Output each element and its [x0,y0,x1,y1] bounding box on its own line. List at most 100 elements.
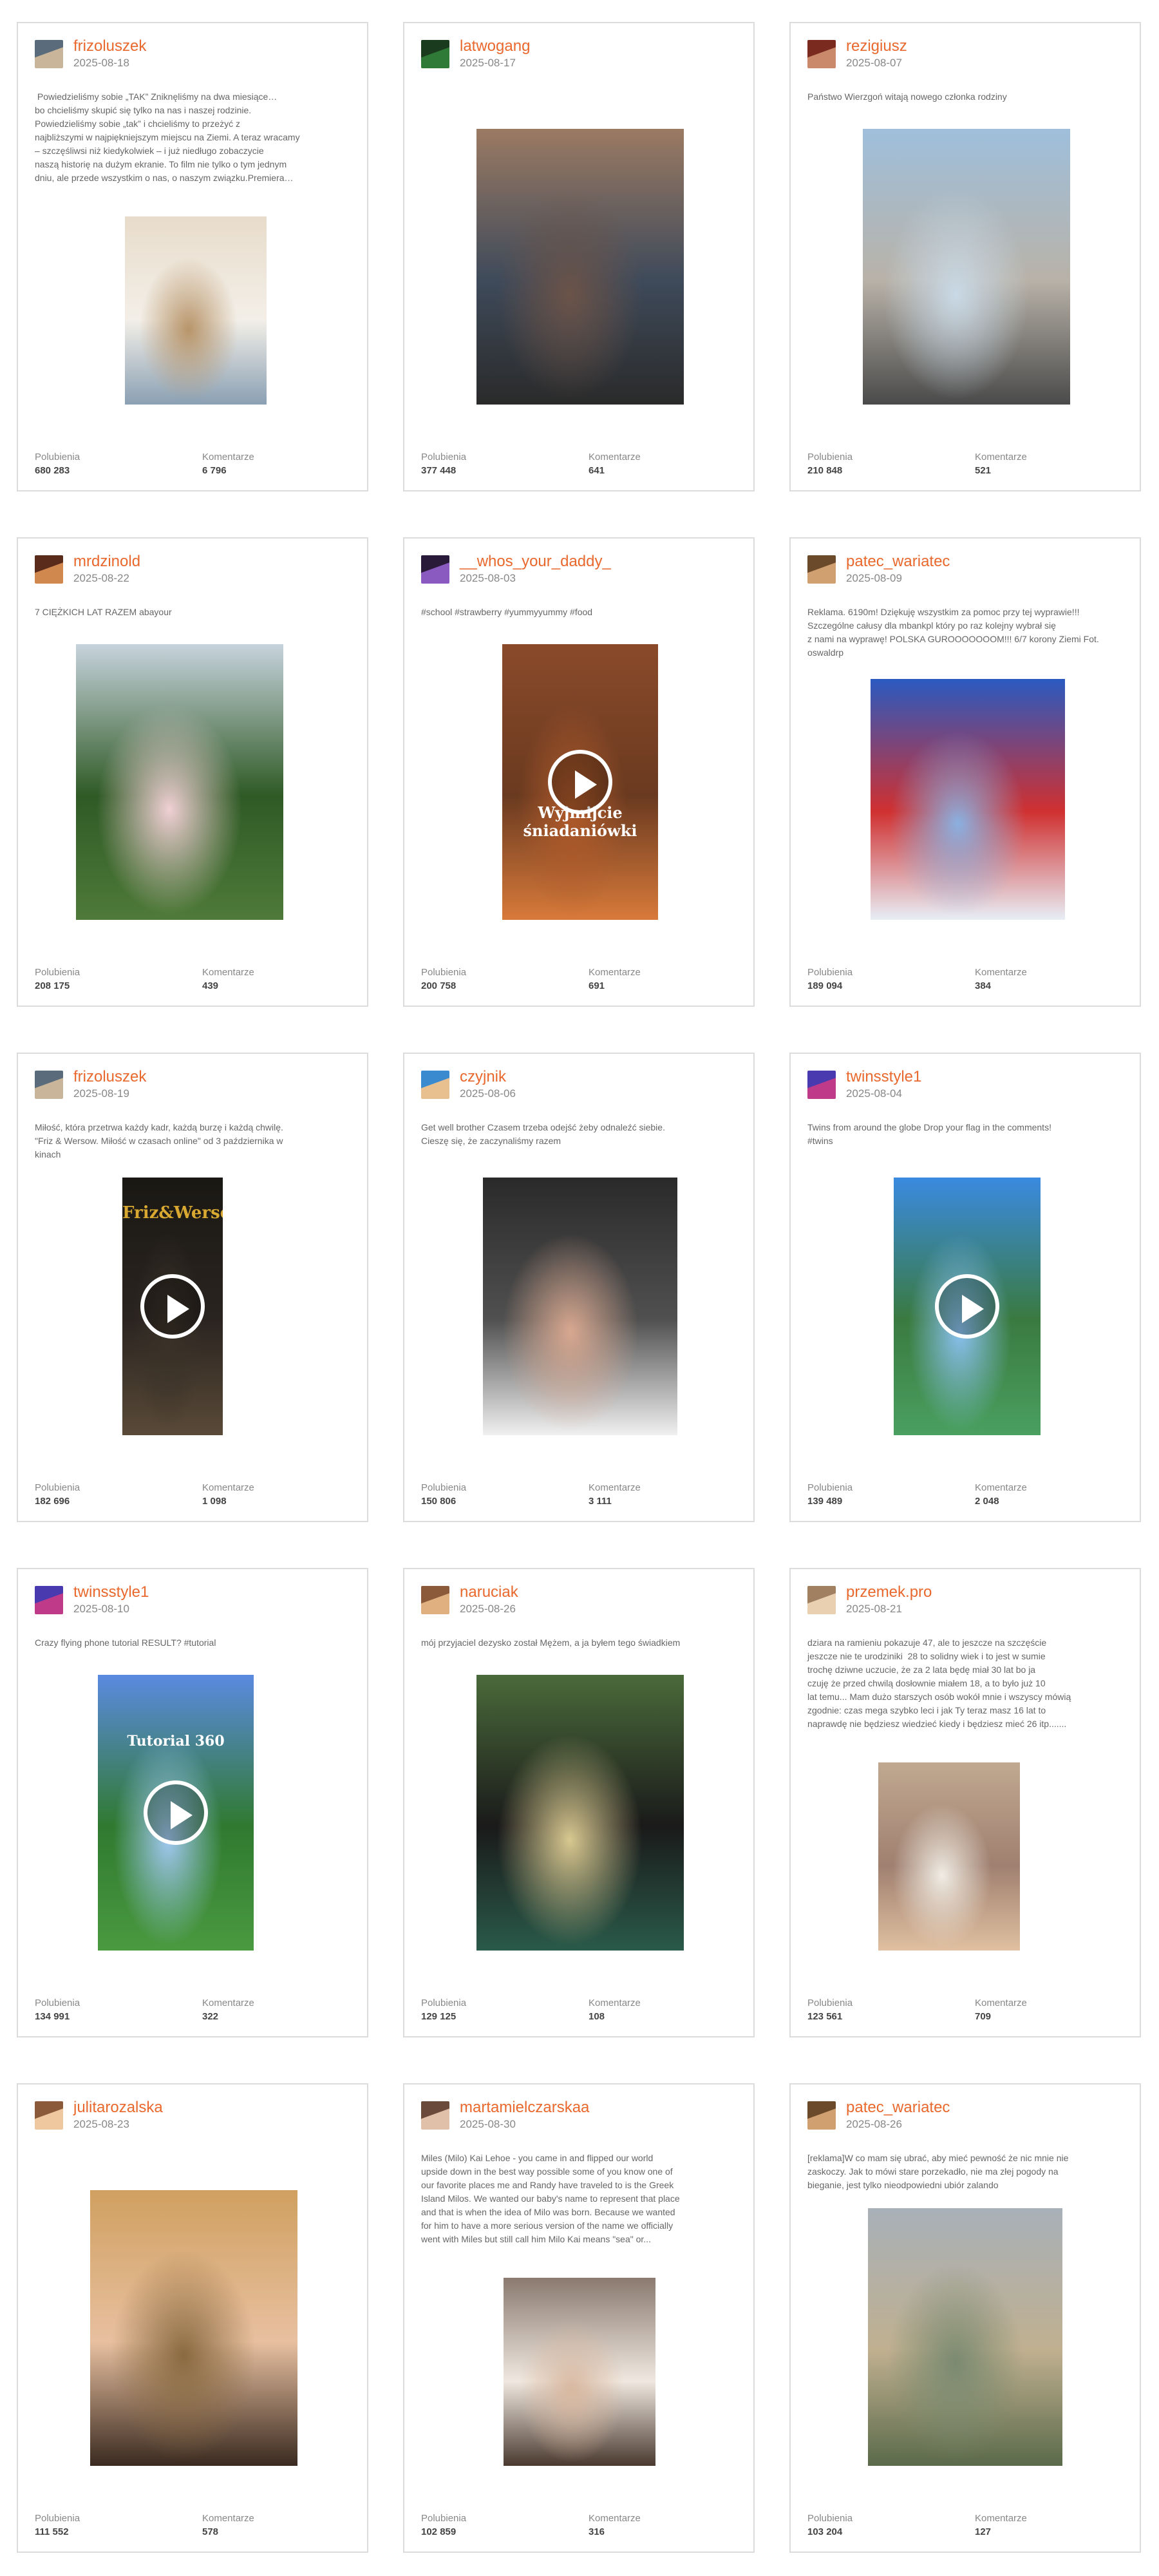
avatar[interactable] [807,555,836,584]
avatar[interactable] [807,2101,836,2130]
post-image[interactable] [476,129,684,405]
likes-label: Polubienia [35,452,80,463]
post-caption: 7 CIĘŻKICH LAT RAZEM abayour [35,607,172,617]
username-link[interactable]: czyjnik [460,1068,506,1086]
post-date: 2025-08-06 [460,1087,516,1100]
post-card[interactable]: __whos_your_daddy_ 2025-08-03 #school #s… [403,537,755,1007]
likes-label: Polubienia [421,452,467,463]
comments-count: 127 [975,2526,992,2537]
likes-stat: Polubienia 123 561 [807,1998,853,2022]
avatar[interactable] [35,2101,63,2130]
likes-count: 150 806 [421,1496,457,1507]
post-card[interactable]: patec_wariatec 2025-08-26 [reklama]W co … [789,2083,1141,2553]
post-stats: Polubienia 103 204 Komentarze 127 [807,2513,1126,2539]
comments-count: 6 796 [202,465,227,476]
likes-stat: Polubienia 377 448 [421,452,466,476]
post-card[interactable]: przemek.pro 2025-08-21 dziara na ramieni… [789,1568,1141,2037]
avatar[interactable] [421,40,449,68]
post-card[interactable]: frizoluszek 2025-08-19 Miłość, która prz… [17,1053,368,1522]
avatar[interactable] [35,555,63,584]
post-card[interactable]: latwogang 2025-08-17 Polubienia 377 448 … [403,22,755,491]
post-card[interactable]: czyjnik 2025-08-06 Get well brother Czas… [403,1053,755,1522]
avatar[interactable] [35,40,63,68]
comments-count: 709 [975,2011,992,2022]
post-date: 2025-08-26 [460,1603,516,1615]
post-caption: Państwo Wierzgoń witają nowego członka r… [807,91,1007,102]
post-stats: Polubienia 189 094 Komentarze 384 [807,967,1126,993]
play-icon[interactable] [140,1274,205,1339]
post-card[interactable]: julitarozalska 2025-08-23 Polubienia 111… [17,2083,368,2553]
username-link[interactable]: martamielczarskaa [460,2099,589,2117]
post-caption: Get well brother Czasem trzeba odejść że… [421,1122,665,1146]
likes-stat: Polubienia 111 552 [35,2513,80,2537]
username-link[interactable]: julitarozalska [73,2099,163,2117]
username-link[interactable]: przemek.pro [846,1583,932,1601]
post-image[interactable] [868,2208,1062,2466]
username-link[interactable]: latwogang [460,37,530,55]
play-icon[interactable] [144,1780,208,1845]
post-image[interactable] [90,2190,297,2466]
username-link[interactable]: __whos_your_daddy_ [460,553,611,571]
post-image[interactable] [125,216,267,405]
post-image[interactable] [894,1178,1041,1435]
username-link[interactable]: patec_wariatec [846,2099,950,2117]
post-card[interactable]: twinsstyle1 2025-08-10 Crazy flying phon… [17,1568,368,2037]
avatar[interactable] [807,40,836,68]
username-link[interactable]: mrdzinold [73,553,140,571]
username-link[interactable]: frizoluszek [73,1068,146,1086]
post-card[interactable]: rezigiusz 2025-08-07 Państwo Wierzgoń wi… [789,22,1141,491]
comments-label: Komentarze [202,452,254,463]
post-image[interactable]: Tutorial 360 [98,1675,254,1951]
post-image[interactable] [76,644,283,920]
likes-stat: Polubienia 103 204 [807,2513,853,2537]
post-stats: Polubienia 377 448 Komentarze 641 [421,452,739,477]
avatar[interactable] [421,555,449,584]
post-stats: Polubienia 139 489 Komentarze 2 048 [807,1482,1126,1508]
post-stats: Polubienia 134 991 Komentarze 322 [35,1998,353,2023]
avatar[interactable] [807,1586,836,1614]
likes-label: Polubienia [35,1998,80,2008]
username-link[interactable]: frizoluszek [73,37,146,55]
post-image[interactable] [483,1178,677,1435]
post-caption: [reklama]W co mam się ubrać, aby mieć pe… [807,2153,1069,2190]
play-icon[interactable] [548,750,612,814]
post-card[interactable]: twinsstyle1 2025-08-04 Twins from around… [789,1053,1141,1522]
likes-count: 189 094 [807,980,843,991]
post-caption: mój przyjaciel dezysko został Mężem, a j… [421,1637,681,1648]
username-link[interactable]: twinsstyle1 [73,1583,149,1601]
post-card[interactable]: naruciak 2025-08-26 mój przyjaciel dezys… [403,1568,755,2037]
post-caption: Crazy flying phone tutorial RESULT? #tut… [35,1637,216,1648]
username-link[interactable]: rezigiusz [846,37,907,55]
comments-stat: Komentarze 127 [975,2513,1027,2537]
avatar[interactable] [35,1071,63,1099]
post-image[interactable] [871,679,1065,920]
username-link[interactable]: patec_wariatec [846,553,950,571]
username-link[interactable]: naruciak [460,1583,518,1601]
avatar[interactable] [807,1071,836,1099]
username-link[interactable]: twinsstyle1 [846,1068,921,1086]
play-icon[interactable] [935,1274,999,1339]
post-caption: Miles (Milo) Kai Lehoe - you came in and… [421,2153,680,2244]
avatar[interactable] [421,1586,449,1614]
likes-count: 139 489 [807,1496,843,1507]
comments-stat: Komentarze 709 [975,1998,1027,2022]
post-card[interactable]: patec_wariatec 2025-08-09 Reklama. 6190m… [789,537,1141,1007]
post-image[interactable]: Wyjmijcie śniadaniówki [502,644,658,920]
post-image[interactable] [476,1675,684,1951]
post-image[interactable] [878,1762,1020,1951]
post-image[interactable] [504,2278,655,2466]
post-image[interactable] [863,129,1070,405]
likes-label: Polubienia [35,967,80,978]
post-card[interactable]: mrdzinold 2025-08-22 7 CIĘŻKICH LAT RAZE… [17,537,368,1007]
avatar[interactable] [421,1071,449,1099]
avatar[interactable] [421,2101,449,2130]
post-image[interactable]: Friz&Wersow [122,1178,223,1435]
post-stats: Polubienia 111 552 Komentarze 578 [35,2513,353,2539]
post-date: 2025-08-17 [460,57,516,69]
comments-label: Komentarze [975,1998,1027,2008]
post-card[interactable]: martamielczarskaa 2025-08-30 Miles (Milo… [403,2083,755,2553]
likes-label: Polubienia [35,1482,80,1493]
post-card[interactable]: frizoluszek 2025-08-18 Powiedzieliśmy so… [17,22,368,491]
comments-count: 3 111 [589,1496,612,1507]
avatar[interactable] [35,1586,63,1614]
